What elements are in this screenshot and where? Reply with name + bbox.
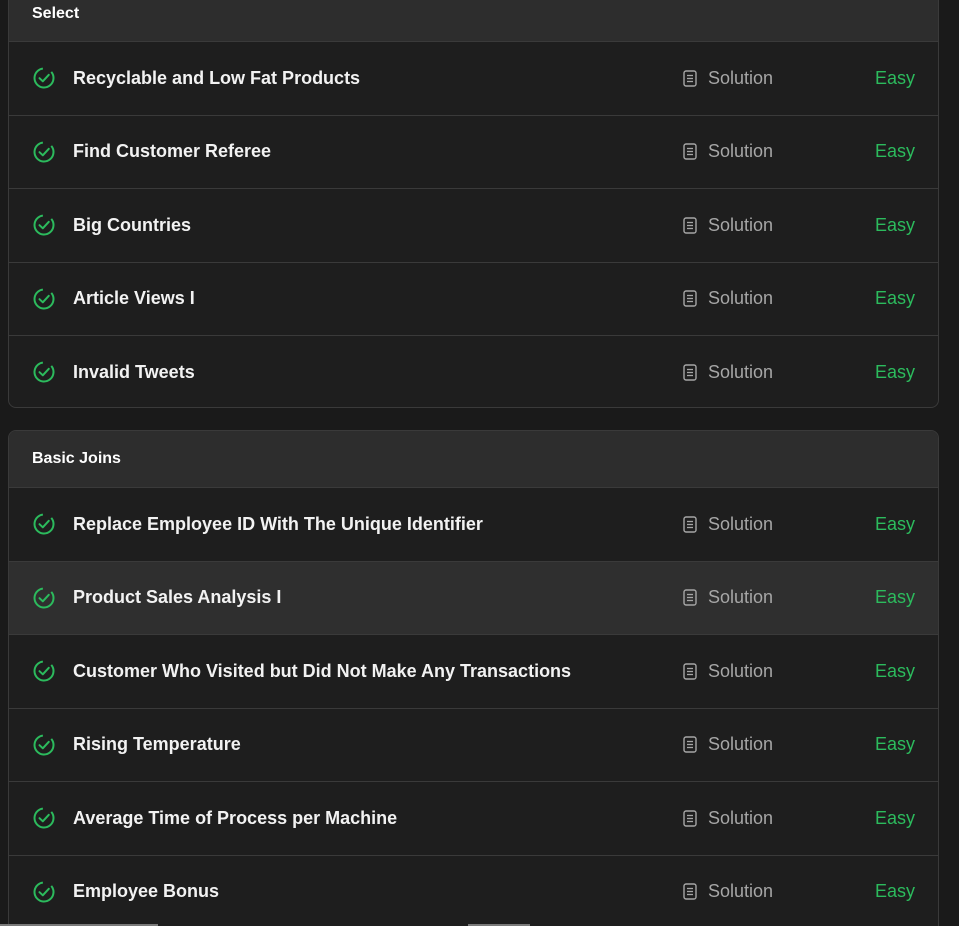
- solution-link[interactable]: Solution: [683, 215, 773, 236]
- check-circle-icon: [33, 141, 55, 163]
- solution-label: Solution: [708, 361, 774, 382]
- solution-label: Solution: [708, 881, 774, 902]
- problem-title[interactable]: Rising Temperature: [73, 734, 241, 755]
- difficulty-badge: Easy: [874, 361, 915, 382]
- solution-link[interactable]: Solution: [683, 288, 773, 309]
- solution-link[interactable]: Solution: [683, 141, 773, 162]
- problem-row[interactable]: Average Time of Process per Machine Solu…: [9, 781, 938, 855]
- difficulty-badge: Easy: [874, 660, 915, 681]
- solution-label: Solution: [708, 141, 774, 162]
- problem-title[interactable]: Article Views I: [73, 288, 195, 309]
- difficulty-badge: Easy: [874, 513, 915, 534]
- document-icon: [683, 70, 697, 87]
- difficulty-badge: Easy: [874, 141, 915, 162]
- problem-row[interactable]: Product Sales Analysis I Solution Easy: [9, 560, 938, 634]
- problem-row[interactable]: Customer Who Visited but Did Not Make An…: [9, 634, 938, 708]
- solution-link[interactable]: Solution: [683, 734, 773, 755]
- section-title: Basic Joins: [32, 450, 121, 467]
- section-select: Select Recyclable and Low Fat Products S…: [8, 0, 939, 408]
- check-circle-icon: [33, 807, 55, 829]
- document-icon: [683, 883, 697, 900]
- document-icon: [683, 810, 697, 827]
- problem-row[interactable]: Find Customer Referee Solution Easy: [9, 114, 938, 189]
- document-icon: [683, 736, 697, 753]
- check-circle-icon: [33, 288, 55, 310]
- problem-row[interactable]: Employee Bonus Solution Easy: [9, 854, 938, 926]
- problem-title[interactable]: Replace Employee ID With The Unique Iden…: [73, 514, 483, 535]
- solution-link[interactable]: Solution: [683, 661, 773, 682]
- difficulty-badge: Easy: [874, 587, 915, 608]
- document-icon: [683, 290, 697, 307]
- section-title: Select: [32, 5, 80, 22]
- solution-link[interactable]: Solution: [683, 514, 773, 535]
- solution-label: Solution: [708, 288, 774, 309]
- difficulty-badge: Easy: [874, 881, 915, 902]
- problem-title[interactable]: Recyclable and Low Fat Products: [73, 68, 360, 89]
- difficulty-badge: Easy: [874, 288, 915, 309]
- solution-label: Solution: [708, 67, 774, 88]
- check-circle-icon: [33, 881, 55, 903]
- problem-title[interactable]: Big Countries: [73, 215, 191, 236]
- check-circle-icon: [33, 361, 55, 383]
- document-icon: [683, 663, 697, 680]
- study-plan-list: Select Recyclable and Low Fat Products S…: [0, 0, 959, 926]
- problem-title[interactable]: Customer Who Visited but Did Not Make An…: [73, 661, 571, 682]
- solution-label: Solution: [708, 660, 774, 681]
- problem-row[interactable]: Invalid Tweets Solution Easy: [9, 335, 938, 407]
- check-circle-icon: [33, 67, 55, 89]
- solution-label: Solution: [708, 513, 774, 534]
- solution-label: Solution: [708, 807, 774, 828]
- problem-row[interactable]: Recyclable and Low Fat Products Solution…: [9, 41, 938, 115]
- problem-title[interactable]: Employee Bonus: [73, 881, 219, 902]
- document-icon: [683, 589, 697, 606]
- problem-row[interactable]: Rising Temperature Solution Easy: [9, 707, 938, 782]
- document-icon: [683, 516, 697, 533]
- solution-link[interactable]: Solution: [683, 587, 773, 608]
- check-circle-icon: [33, 513, 55, 535]
- solution-label: Solution: [708, 214, 774, 235]
- solution-label: Solution: [708, 587, 774, 608]
- problem-title[interactable]: Average Time of Process per Machine: [73, 808, 397, 829]
- section-header: Basic Joins: [9, 431, 938, 487]
- problem-title[interactable]: Find Customer Referee: [73, 141, 271, 162]
- solution-label: Solution: [708, 734, 774, 755]
- solution-link[interactable]: Solution: [683, 362, 773, 383]
- difficulty-badge: Easy: [874, 734, 915, 755]
- check-circle-icon: [33, 587, 55, 609]
- section-basic-joins: Basic Joins Replace Employee ID With The…: [8, 430, 939, 926]
- document-icon: [683, 364, 697, 381]
- document-icon: [683, 143, 697, 160]
- difficulty-badge: Easy: [874, 67, 915, 88]
- problem-row[interactable]: Replace Employee ID With The Unique Iden…: [9, 487, 938, 561]
- solution-link[interactable]: Solution: [683, 808, 773, 829]
- problem-title[interactable]: Product Sales Analysis I: [73, 587, 281, 608]
- difficulty-badge: Easy: [874, 214, 915, 235]
- section-header: Select: [9, 0, 938, 41]
- problem-row[interactable]: Big Countries Solution Easy: [9, 188, 938, 262]
- problem-title[interactable]: Invalid Tweets: [73, 362, 195, 383]
- difficulty-badge: Easy: [874, 807, 915, 828]
- problem-row[interactable]: Article Views I Solution Easy: [9, 261, 938, 336]
- solution-link[interactable]: Solution: [683, 68, 773, 89]
- solution-link[interactable]: Solution: [683, 881, 773, 902]
- check-circle-icon: [33, 660, 55, 682]
- check-circle-icon: [33, 734, 55, 756]
- document-icon: [683, 217, 697, 234]
- check-circle-icon: [33, 214, 55, 236]
